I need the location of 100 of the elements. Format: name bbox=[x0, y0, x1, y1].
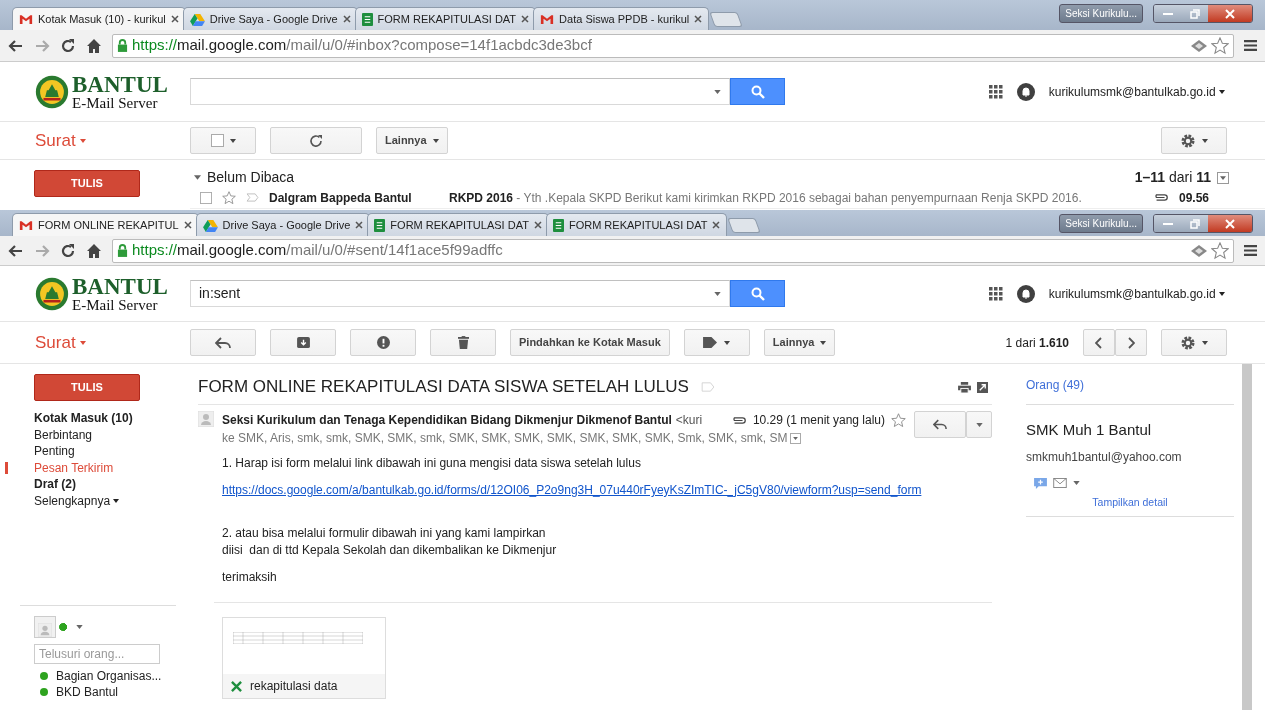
contact-name[interactable]: BKD Bantul bbox=[56, 684, 119, 700]
select-checkbox-button[interactable] bbox=[190, 127, 256, 154]
mail-menu[interactable]: Surat bbox=[35, 127, 87, 154]
address-bar[interactable]: https://mail.google.com/mail/u/0/#sent/14f1ace5f99adffc bbox=[112, 238, 1234, 263]
collapse-caret-icon[interactable] bbox=[194, 175, 201, 180]
section-options-button[interactable] bbox=[1217, 171, 1229, 184]
checkbox-icon[interactable] bbox=[210, 134, 224, 147]
people-search-field[interactable]: Telusuri orang... bbox=[34, 644, 160, 664]
back-arrow-icon[interactable] bbox=[215, 336, 231, 349]
folder-link[interactable]: Pesan Terkirim bbox=[0, 459, 190, 476]
caret-icon[interactable] bbox=[113, 499, 120, 504]
attachment-card[interactable]: rekapitulasi data bbox=[222, 617, 386, 699]
contact-name[interactable]: Bagian Organisas... bbox=[56, 668, 162, 684]
reply-icon[interactable] bbox=[933, 419, 947, 430]
folder-link[interactable]: Berbintang bbox=[0, 426, 190, 443]
dropdown-caret-icon[interactable] bbox=[714, 89, 721, 94]
move-to-inbox-button[interactable]: Pindahkan ke Kotak Masuk bbox=[510, 329, 670, 356]
section-heading[interactable]: Belum Dibaca bbox=[207, 167, 295, 188]
people-heading[interactable]: Orang (49) bbox=[1026, 376, 1234, 405]
close-icon[interactable] bbox=[183, 221, 192, 229]
archive-button[interactable] bbox=[270, 329, 336, 356]
profile-button[interactable]: Seksi Kurikulu... bbox=[1059, 214, 1143, 233]
reload-icon[interactable] bbox=[60, 242, 76, 259]
star-icon[interactable] bbox=[891, 412, 906, 428]
folder-link[interactable]: Selengkapnya bbox=[0, 492, 190, 509]
account-name[interactable]: kurikulumsmk@bantulkab.go.id bbox=[1048, 284, 1225, 303]
search-button[interactable] bbox=[730, 78, 785, 105]
settings-button[interactable] bbox=[1161, 329, 1227, 356]
caret-icon[interactable] bbox=[432, 138, 439, 143]
reload-icon[interactable] bbox=[60, 37, 76, 54]
settings-button[interactable] bbox=[1161, 127, 1227, 154]
next-button[interactable] bbox=[1115, 329, 1147, 356]
search-field[interactable]: in:sent bbox=[190, 280, 730, 307]
label-icon[interactable] bbox=[703, 336, 719, 349]
menu-icon[interactable] bbox=[1244, 244, 1257, 257]
account-name[interactable]: kurikulumsmk@bantulkab.go.id bbox=[1048, 82, 1225, 101]
print-icon[interactable] bbox=[958, 381, 971, 393]
folder-link[interactable]: Penting bbox=[0, 443, 190, 460]
close-icon[interactable] bbox=[521, 15, 530, 23]
reply-button[interactable] bbox=[914, 411, 966, 438]
more-button[interactable]: Lainnya bbox=[763, 329, 836, 356]
close-icon[interactable] bbox=[694, 15, 703, 23]
new-window-icon[interactable] bbox=[977, 381, 988, 393]
back-icon[interactable] bbox=[8, 37, 24, 54]
browser-tab[interactable]: FORM REKAPITULASI DAT bbox=[367, 213, 549, 236]
caret-icon[interactable] bbox=[1219, 90, 1225, 95]
notification-icon[interactable] bbox=[1016, 284, 1035, 303]
row-checkbox[interactable] bbox=[200, 191, 212, 204]
apps-grid-icon[interactable] bbox=[988, 286, 1003, 301]
profile-button[interactable]: Seksi Kurikulu... bbox=[1059, 4, 1143, 23]
star-icon[interactable] bbox=[222, 190, 236, 205]
browser-tab[interactable]: Drive Saya - Google Drive bbox=[182, 7, 358, 30]
settings-icon[interactable] bbox=[1180, 132, 1196, 149]
compose-button[interactable]: TULIS bbox=[34, 374, 140, 401]
more-button[interactable]: Lainnya bbox=[376, 127, 448, 154]
settings-icon[interactable] bbox=[1180, 334, 1196, 351]
address-bar[interactable]: https://mail.google.com/mail/u/0/#inbox?compose=14f1acbdc3de3bcf bbox=[112, 33, 1234, 58]
spam-button[interactable] bbox=[350, 329, 416, 356]
archive-icon[interactable] bbox=[296, 337, 310, 348]
mail-icon[interactable] bbox=[1053, 478, 1067, 488]
show-details-link[interactable]: Tampilkan detail bbox=[1026, 494, 1234, 518]
search-button[interactable] bbox=[730, 280, 785, 307]
close-button[interactable] bbox=[1208, 215, 1252, 232]
close-icon[interactable] bbox=[342, 15, 351, 23]
close-icon[interactable] bbox=[170, 15, 179, 23]
next-icon[interactable] bbox=[1127, 336, 1135, 349]
browser-tab[interactable]: FORM ONLINE REKAPITUL bbox=[12, 213, 199, 236]
bookmark-star-icon[interactable] bbox=[1211, 241, 1229, 260]
caret-icon[interactable] bbox=[229, 138, 236, 143]
scrollbar[interactable] bbox=[1242, 364, 1252, 710]
refresh-icon[interactable] bbox=[309, 133, 323, 148]
caret-icon[interactable] bbox=[1219, 292, 1225, 297]
caret-icon[interactable] bbox=[1202, 138, 1208, 143]
extension-icon[interactable] bbox=[1191, 244, 1207, 257]
details-toggle[interactable] bbox=[790, 432, 802, 444]
search-icon[interactable] bbox=[750, 84, 765, 99]
message-row[interactable]: Dalgram Bappeda Bantul RKPD 2016 - Yth .Kepala SKPD Berikut kami kirimkan RKPD 2016 sebagai bahan penyempurnaan Renja SKPD 2016. 09.56 bbox=[190, 187, 1265, 209]
close-button[interactable] bbox=[1208, 5, 1252, 22]
previous-icon[interactable] bbox=[1095, 336, 1103, 349]
search-icon[interactable] bbox=[750, 286, 765, 301]
browser-tab[interactable]: FORM REKAPITULASI DAT bbox=[545, 213, 728, 236]
trash-icon[interactable] bbox=[457, 336, 469, 349]
label-button[interactable] bbox=[683, 329, 750, 356]
mail-menu[interactable]: Surat bbox=[35, 329, 87, 356]
caret-icon[interactable] bbox=[1202, 340, 1208, 345]
browser-tab[interactable]: Kotak Masuk (10) - kurikul bbox=[12, 7, 186, 30]
importance-marker-icon[interactable] bbox=[246, 193, 259, 202]
browser-tab[interactable]: Data Siswa PPDB - kurikul bbox=[533, 7, 710, 30]
menu-icon[interactable] bbox=[1244, 39, 1257, 52]
caret-icon[interactable] bbox=[820, 340, 827, 345]
bookmark-star-icon[interactable] bbox=[1211, 36, 1229, 55]
caret-icon[interactable] bbox=[724, 340, 731, 345]
form-link[interactable]: https://docs.google.com/a/bantulkab.go.id/forms/d/12OI06_P2o9ng3H_07u440rFyeyKsZImTIC-_jC5gV80/viewform?usp=send_form bbox=[222, 483, 922, 497]
folder-link[interactable]: Draf (2) bbox=[0, 476, 190, 493]
close-icon[interactable] bbox=[533, 221, 542, 229]
notification-icon[interactable] bbox=[1016, 82, 1035, 101]
extension-icon[interactable] bbox=[1191, 39, 1207, 52]
back-icon[interactable] bbox=[8, 242, 24, 259]
search-field[interactable] bbox=[190, 78, 730, 105]
close-icon[interactable] bbox=[355, 221, 364, 229]
